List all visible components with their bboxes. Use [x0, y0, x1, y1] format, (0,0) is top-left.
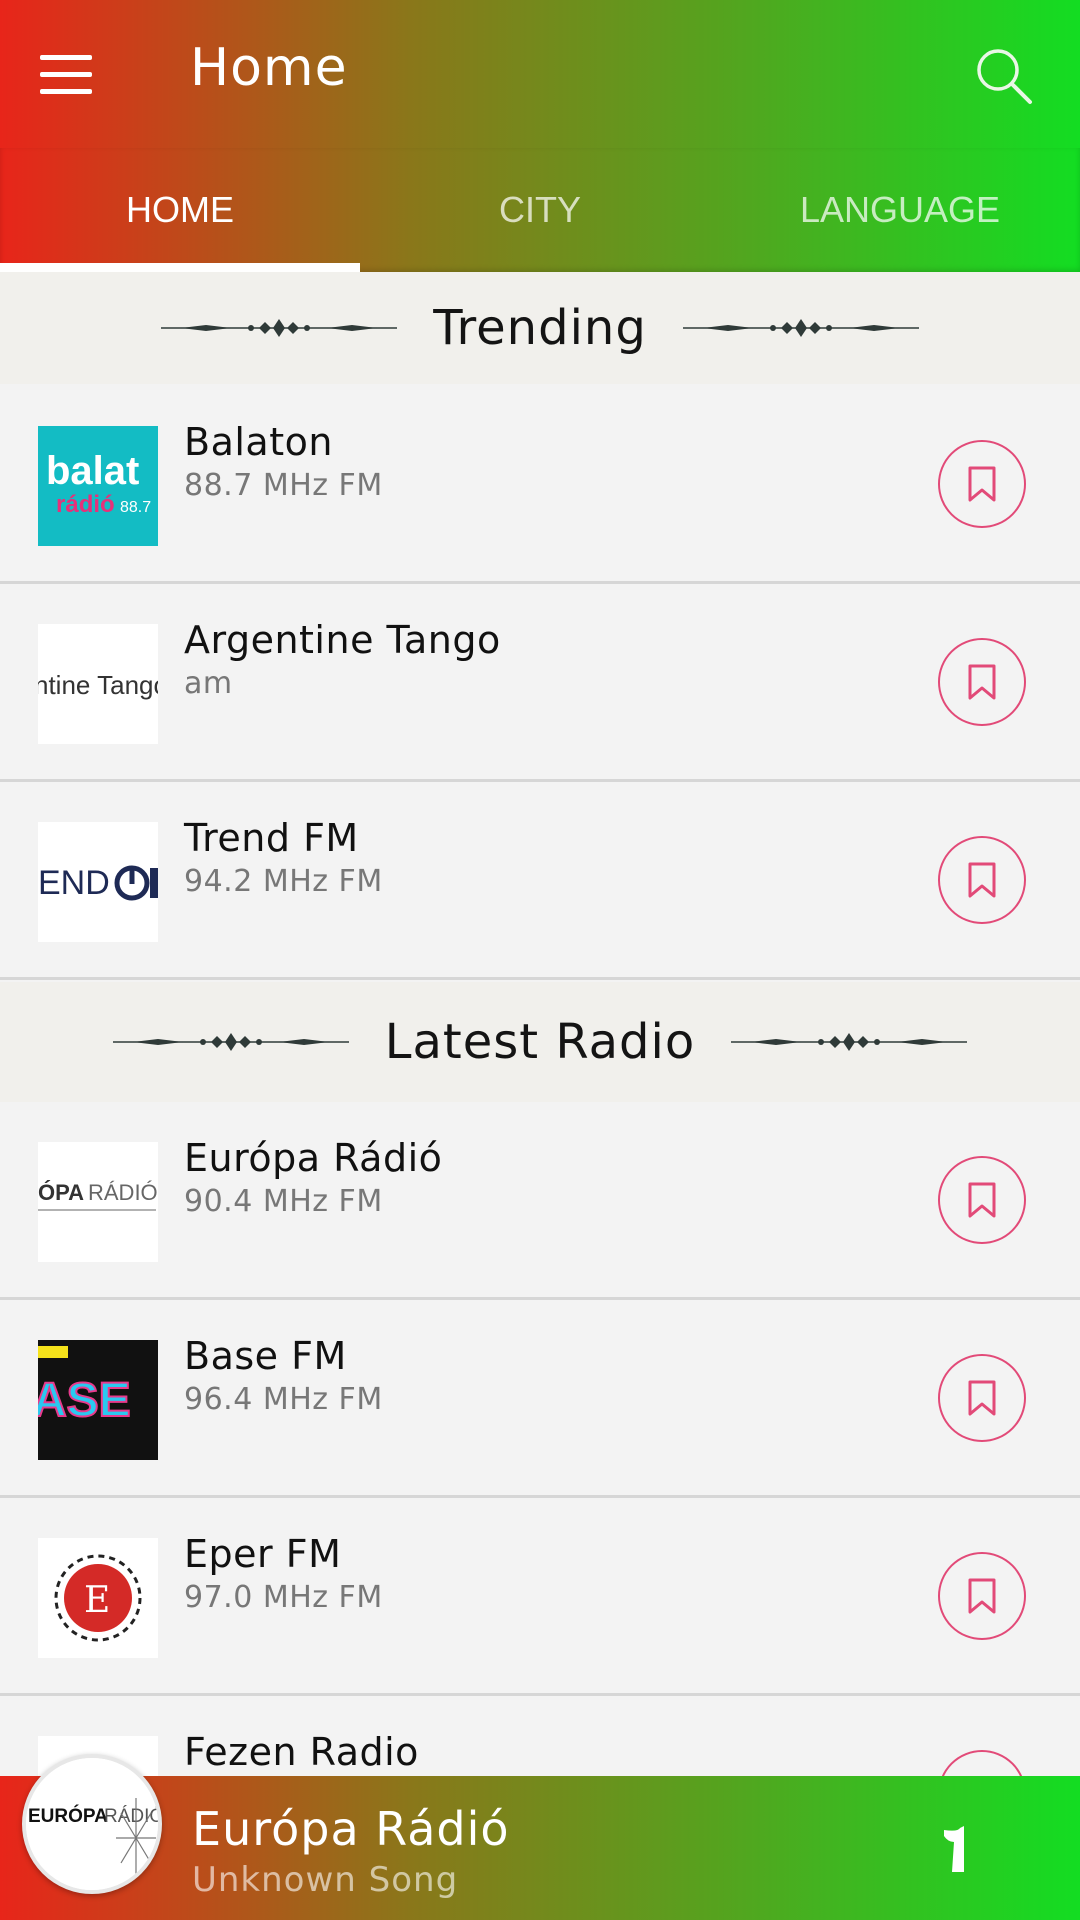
flourish-right-icon: [682, 319, 919, 337]
station-name: Balaton: [184, 420, 333, 464]
station-logo: E: [38, 1538, 158, 1658]
bookmark-button[interactable]: [938, 440, 1026, 528]
now-playing-bar[interactable]: EURÓPA RÁDIÓ Európa Rádió Unknown Song: [0, 1754, 1080, 1920]
station-logo: ÓPA RÁDIÓ: [38, 1142, 158, 1262]
bookmark-button[interactable]: [938, 1552, 1026, 1640]
tab-language[interactable]: LANGUAGE: [720, 148, 1080, 272]
svg-text:EURÓPA: EURÓPA: [28, 1805, 108, 1827]
station-row-eper-fm[interactable]: E Eper FM 97.0 MHz FM: [0, 1498, 1080, 1696]
bookmark-button[interactable]: [938, 1354, 1026, 1442]
tab-home[interactable]: HOME: [0, 148, 360, 272]
flourish-left-icon: [112, 1033, 349, 1051]
bookmark-button[interactable]: [938, 1156, 1026, 1244]
station-frequency: am: [184, 666, 233, 701]
hamburger-menu-icon[interactable]: [40, 44, 106, 104]
tab-city[interactable]: CITY: [360, 148, 720, 272]
svg-text:END: END: [38, 864, 110, 902]
station-row-argentine-tango[interactable]: ntine Tango R Argentine Tango am: [0, 584, 1080, 782]
station-logo: ntine Tango R: [38, 624, 158, 744]
now-playing-station: Európa Rádió: [192, 1802, 510, 1856]
app-bar: Home: [0, 0, 1080, 148]
flourish-left-icon: [161, 319, 398, 337]
section-title-latest-radio: Latest Radio: [384, 1014, 696, 1070]
station-frequency: 96.4 MHz FM: [184, 1382, 383, 1417]
station-frequency: 94.2 MHz FM: [184, 864, 383, 899]
svg-text:E: E: [84, 1580, 110, 1621]
bookmark-icon: [968, 1182, 996, 1218]
svg-text:ntine Tango R: ntine Tango R: [38, 670, 158, 700]
search-icon[interactable]: [972, 44, 1034, 106]
play-icon[interactable]: [930, 1820, 980, 1880]
station-row-europa-radio[interactable]: ÓPA RÁDIÓ Európa Rádió 90.4 MHz FM: [0, 1102, 1080, 1300]
station-frequency: 88.7 MHz FM: [184, 468, 383, 503]
svg-text:ASE: ASE: [38, 1374, 131, 1427]
station-name: Trend FM: [184, 816, 359, 860]
station-name: Argentine Tango: [184, 618, 501, 662]
svg-text:balat: balat: [46, 449, 139, 493]
svg-text:RÁDIÓ: RÁDIÓ: [88, 1180, 158, 1205]
svg-text:88.7: 88.7: [120, 499, 151, 516]
page-title: Home: [190, 38, 348, 98]
svg-text:RÁDIÓ: RÁDIÓ: [104, 1805, 158, 1827]
bookmark-icon: [968, 466, 996, 502]
bookmark-icon: [968, 862, 996, 898]
station-row-base-fm[interactable]: ASE Base FM 96.4 MHz FM: [0, 1300, 1080, 1498]
station-logo: ASE: [38, 1340, 158, 1460]
station-name: Eper FM: [184, 1532, 342, 1576]
bookmark-icon: [968, 1578, 996, 1614]
bookmark-button[interactable]: [938, 836, 1026, 924]
tab-bar: HOME CITY LANGUAGE: [0, 148, 1080, 272]
section-title-trending: Trending: [433, 300, 647, 356]
bookmark-button[interactable]: [938, 638, 1026, 726]
bookmark-icon: [968, 1380, 996, 1416]
station-frequency: 97.0 MHz FM: [184, 1580, 383, 1615]
station-name: Európa Rádió: [184, 1136, 443, 1180]
trending-section-header: Trending: [0, 272, 1080, 384]
now-playing-song: Unknown Song: [192, 1860, 459, 1900]
station-logo: balat rádió 88.7: [38, 426, 158, 546]
station-frequency: 90.4 MHz FM: [184, 1184, 383, 1219]
station-name: Fezen Radio: [184, 1730, 419, 1774]
svg-text:rádió: rádió: [56, 491, 115, 518]
svg-text:ÓPA: ÓPA: [38, 1180, 84, 1205]
station-row-balaton[interactable]: balat rádió 88.7 Balaton 88.7 MHz FM: [0, 386, 1080, 584]
station-name: Base FM: [184, 1334, 347, 1378]
now-playing-artwork[interactable]: EURÓPA RÁDIÓ: [22, 1754, 162, 1894]
station-logo: END: [38, 822, 158, 942]
latest-radio-section-header: Latest Radio: [0, 982, 1080, 1102]
bookmark-icon: [968, 664, 996, 700]
station-row-trend-fm[interactable]: END Trend FM 94.2 MHz FM: [0, 782, 1080, 980]
flourish-right-icon: [731, 1033, 968, 1051]
